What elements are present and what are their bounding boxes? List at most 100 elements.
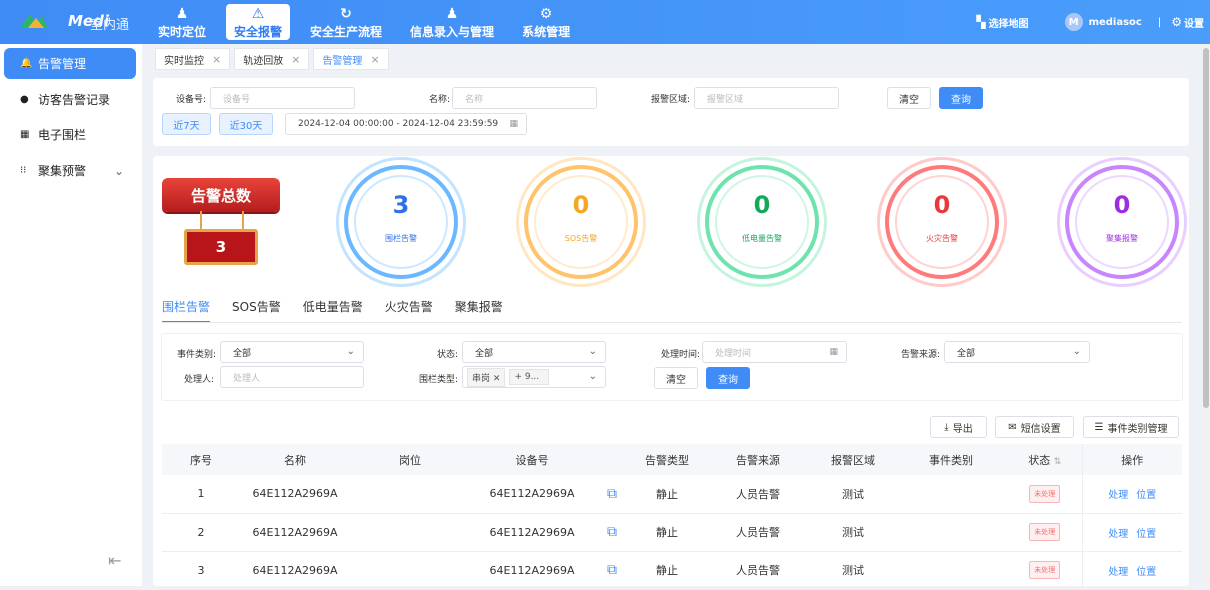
copy-cell: ⧉ — [594, 513, 630, 552]
col-copy — [594, 444, 630, 475]
col-device: 设备号 — [470, 444, 594, 475]
status-badge: 未处理 — [1029, 561, 1061, 579]
col-post: 岗位 — [350, 444, 470, 475]
copy-icon[interactable]: ⧉ — [607, 562, 617, 578]
fence-type-select[interactable]: 串岗 ✕ + 9... ⌄ — [462, 366, 606, 388]
tab-fire-alarm[interactable]: 火灾告警 — [385, 298, 433, 323]
col-area: 报警区域 — [812, 444, 894, 475]
dots-grid-icon: ⁝⁝ — [20, 165, 27, 176]
grid-icon: ▦ — [20, 129, 30, 140]
cell-type: 静止 — [630, 513, 704, 552]
settings-link[interactable]: 设置 — [1184, 15, 1204, 30]
tab-realtime[interactable]: 实时监控 × — [155, 48, 231, 70]
copy-icon[interactable]: ⧉ — [607, 486, 617, 502]
location-link[interactable]: 位置 — [1136, 529, 1156, 540]
handle-time-label: 处理时间: — [660, 350, 700, 360]
status-select[interactable]: 全部 ⌄ — [462, 341, 606, 363]
select-map-link[interactable]: 选择地图 — [989, 15, 1029, 30]
col-actions: 操作 — [1081, 444, 1182, 475]
location-link[interactable]: 位置 — [1136, 490, 1156, 501]
person-pin-icon: ♟ — [175, 6, 189, 22]
status-badge: 未处理 — [1029, 523, 1061, 541]
nav-realtime-location[interactable]: ♟ 实时定位 — [150, 4, 214, 40]
sidebar-item-label: 告警管理 — [38, 57, 87, 71]
export-button[interactable]: ⤓ 导出 — [930, 416, 987, 438]
copy-icon[interactable]: ⧉ — [607, 524, 617, 540]
nav-safety-production[interactable]: ↻ 安全生产流程 — [302, 4, 390, 40]
filter-query-button[interactable]: 查询 — [706, 367, 750, 389]
sms-settings-button[interactable]: ✉ 短信设置 — [995, 416, 1074, 438]
close-icon[interactable]: × — [370, 53, 379, 66]
username[interactable]: mediasoc — [1089, 17, 1142, 28]
close-icon[interactable]: ✕ — [493, 374, 501, 384]
last7-button[interactable]: 近7天 — [162, 113, 211, 135]
handle-time-input[interactable]: 处理时间 ▦ — [702, 341, 847, 363]
location-link[interactable]: 位置 — [1136, 567, 1156, 578]
copy-cell: ⧉ — [594, 551, 630, 590]
collapse-icon[interactable]: ⇤ — [108, 551, 121, 570]
cell-source: 人员告警 — [704, 475, 812, 514]
handler-input[interactable]: 处理人 — [220, 366, 364, 388]
tab-alarm-management[interactable]: 告警管理 × — [313, 48, 389, 70]
main-nav: ♟ 实时定位 ⚠ 安全报警 ↻ 安全生产流程 ♟ 信息录入与管理 ⚙ 系统管理 — [150, 4, 590, 40]
handle-link[interactable]: 处理 — [1108, 529, 1128, 540]
close-icon[interactable]: × — [212, 53, 221, 66]
query-button[interactable]: 查询 — [939, 87, 983, 109]
filter-clear-button[interactable]: 清空 — [654, 367, 698, 389]
ring-label: 火灾告警 — [926, 234, 958, 243]
cycle-icon: ↻ — [340, 6, 352, 22]
source-select[interactable]: 全部 ⌄ — [944, 341, 1090, 363]
table-header: 序号 名称 岗位 设备号 告警类型 告警来源 报警区域 事件类别 状态 ⇅ 操作 — [162, 444, 1182, 475]
event-mgmt-label: 事件类别管理 — [1107, 423, 1168, 435]
table-row: 2 64E112A2969A 64E112A2969A ⧉ 静止 人员告警 测试… — [162, 513, 1182, 552]
cell-status: 未处理 — [1008, 475, 1082, 514]
scrollbar[interactable] — [1202, 44, 1210, 586]
date-range-input[interactable]: 2024-12-04 00:00:00 - 2024-12-04 23:59:5… — [285, 113, 527, 135]
sidebar-item-alarm-management[interactable]: 🔔 告警管理 — [4, 48, 136, 79]
fence-tag[interactable]: 串岗 ✕ — [467, 367, 506, 387]
last30-button[interactable]: 近30天 — [219, 113, 273, 135]
event-category-button[interactable]: ☰ 事件类别管理 — [1083, 416, 1179, 438]
clear-button[interactable]: 清空 — [887, 87, 931, 109]
nav-system-management[interactable]: ⚙ 系统管理 — [514, 4, 578, 40]
chevron-down-icon: ⌄ — [588, 371, 597, 382]
close-icon[interactable]: × — [291, 53, 300, 66]
calendar-icon: ▦ — [829, 347, 838, 357]
tab-label: 实时监控 — [164, 55, 204, 67]
nav-info-management[interactable]: ♟ 信息录入与管理 — [402, 4, 502, 40]
sidebar-item-fence[interactable]: ▦ 电子围栏 — [4, 119, 136, 150]
avatar[interactable]: M — [1064, 13, 1083, 31]
fence-more-tag: + 9... — [509, 369, 550, 385]
area-input[interactable]: 报警区域 — [694, 87, 839, 109]
event-value: 全部 — [233, 348, 252, 359]
gear-icon[interactable]: ⚙ — [1171, 15, 1182, 29]
cell-source: 人员告警 — [704, 551, 812, 590]
sidebar-item-visitor-alarm[interactable]: ● 访客告警记录 — [4, 84, 136, 115]
col-status[interactable]: 状态 ⇅ — [1008, 444, 1082, 475]
handle-link[interactable]: 处理 — [1108, 567, 1128, 578]
nav-safety-alarm[interactable]: ⚠ 安全报警 — [226, 4, 291, 40]
ring-value: 3 — [392, 191, 410, 219]
download-icon: ⤓ — [944, 421, 949, 433]
tab-low-battery-alarm[interactable]: 低电量告警 — [303, 298, 363, 323]
cell-area: 测试 — [812, 551, 894, 590]
sort-icon[interactable]: ⇅ — [1054, 457, 1062, 467]
export-label: 导出 — [952, 423, 973, 435]
tab-gathering-alarm[interactable]: 聚集报警 — [455, 298, 503, 323]
cell-post — [350, 551, 470, 590]
col-no: 序号 — [162, 444, 240, 475]
cell-no: 1 — [162, 475, 240, 514]
sidebar-item-gathering[interactable]: ⁝⁝ 聚集预警 ⌄ — [4, 155, 136, 186]
alarm-light-icon: ⚠ — [251, 6, 265, 22]
name-input[interactable]: 名称 — [452, 87, 597, 109]
total-alarm-sign: 告警总数 — [162, 178, 280, 212]
tab-label: 告警管理 — [322, 55, 363, 67]
tab-fence-alarm[interactable]: 围栏告警 — [162, 298, 211, 323]
tab-playback[interactable]: 轨迹回放 × — [234, 48, 310, 70]
cell-area: 测试 — [812, 513, 894, 552]
scrollbar-thumb[interactable] — [1203, 48, 1209, 408]
handle-link[interactable]: 处理 — [1108, 490, 1128, 501]
device-input[interactable]: 设备号 — [210, 87, 355, 109]
tab-sos-alarm[interactable]: SOS告警 — [232, 298, 281, 323]
event-select[interactable]: 全部 ⌄ — [220, 341, 364, 363]
